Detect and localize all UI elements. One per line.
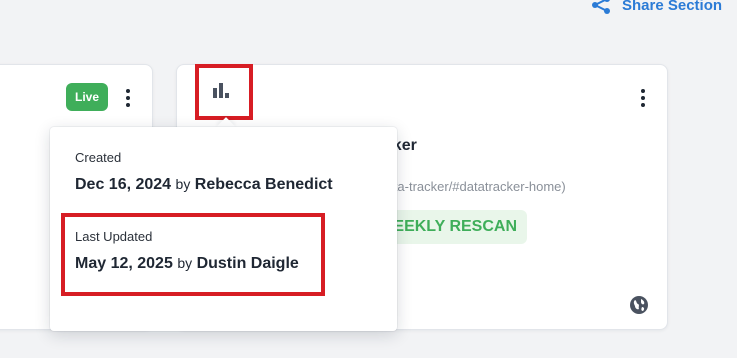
site-url: -data-tracker/#datatracker-home) (375, 179, 566, 194)
updated-by-name: Dustin Daigle (196, 255, 299, 272)
share-icon (590, 0, 612, 16)
more-options-icon[interactable] (125, 89, 131, 107)
stats-button[interactable] (196, 65, 248, 119)
status-badge: Live (66, 83, 108, 111)
share-section-label: Share Section (622, 0, 723, 14)
created-by-word: by (175, 176, 191, 192)
history-popover: Created Dec 16, 2024 by Rebecca Benedict… (50, 127, 397, 331)
globe-icon (629, 295, 649, 320)
bar-chart-icon (212, 80, 232, 105)
created-date: Dec 16, 2024 (75, 176, 172, 193)
last-updated-value: May 12, 2025 by Dustin Daigle (75, 255, 299, 273)
rescan-badge: EEKLY RESCAN (375, 210, 527, 244)
created-by-name: Rebecca Benedict (194, 176, 333, 193)
created-value: Dec 16, 2024 by Rebecca Benedict (75, 176, 333, 194)
last-updated-label: Last Updated (75, 229, 153, 244)
more-options-icon[interactable] (640, 89, 646, 107)
created-label: Created (75, 150, 122, 165)
updated-date: May 12, 2025 (75, 255, 173, 272)
updated-by-word: by (177, 255, 193, 271)
share-section-link[interactable]: Share Section (590, 0, 722, 16)
